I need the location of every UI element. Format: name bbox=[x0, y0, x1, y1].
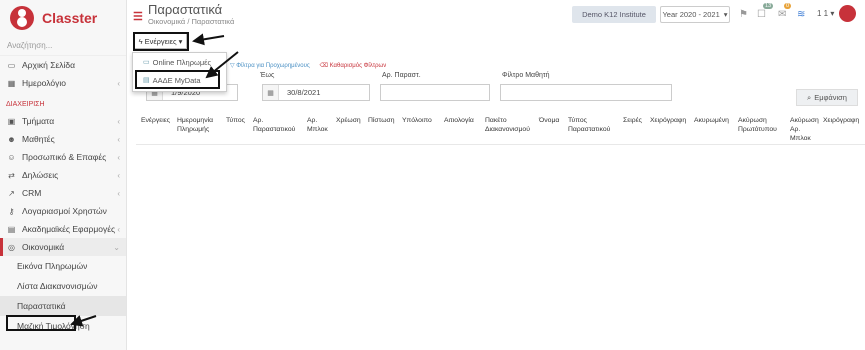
column-header[interactable]: Χρέωση bbox=[336, 116, 361, 125]
laptop-icon: ▭ bbox=[7, 60, 16, 70]
page-title: Παραστατικά bbox=[148, 2, 223, 17]
chevron-left-icon: ‹ bbox=[117, 152, 120, 162]
users-icon: ☻ bbox=[7, 134, 16, 144]
breadcrumb: Οικονομικά / Παραστατικά bbox=[148, 17, 235, 26]
sidebar-item-staff[interactable]: ☺ Προσωπικό & Επαφές ‹ bbox=[0, 148, 126, 166]
chevron-left-icon: ‹ bbox=[117, 78, 120, 88]
table-divider bbox=[136, 144, 865, 145]
column-header[interactable]: Αρ. Μπλοκ bbox=[307, 116, 331, 134]
layers-icon[interactable]: ≋ bbox=[797, 9, 805, 20]
app-name: Classter bbox=[42, 10, 98, 26]
sidebar-section-title: ΔΙΑΧΕΙΡΙΣΗ bbox=[6, 100, 45, 108]
column-header[interactable]: Ακύρωση Πρωτότυπου bbox=[738, 116, 782, 134]
doc-number-input[interactable] bbox=[380, 84, 490, 101]
sidebar-subitem-documents[interactable]: Παραστατικά bbox=[0, 296, 126, 316]
sidebar-item-crm[interactable]: ↗ CRM ‹ bbox=[0, 184, 126, 202]
student-filter-label: Φίλτρο Μαθητή bbox=[502, 72, 550, 79]
column-header[interactable]: Πίστωση bbox=[368, 116, 394, 125]
caret-down-icon: ▾ bbox=[723, 10, 728, 19]
sidebar-item-finance[interactable]: ◎ Οικονομικά ⌄ bbox=[0, 238, 126, 256]
menu-toggle-icon[interactable]: ☰ bbox=[133, 10, 143, 23]
annotation-box-documents bbox=[6, 315, 76, 331]
calendar-icon: ▦ bbox=[263, 85, 279, 100]
student-filter-input[interactable] bbox=[500, 84, 672, 101]
filter-icon: ▽ bbox=[230, 63, 235, 69]
column-header[interactable]: Υπόλοιπο bbox=[402, 116, 432, 125]
column-header[interactable]: Σειρές bbox=[623, 116, 642, 125]
annotation-arrows bbox=[70, 33, 239, 327]
sidebar-item-students[interactable]: ☻ Μαθητές ‹ bbox=[0, 130, 126, 148]
date-to-field[interactable]: ▦ 30/8/2021 bbox=[262, 84, 370, 101]
year-select[interactable]: Year 2020 - 2021 ▾ bbox=[660, 6, 730, 23]
menu-item-online-payments[interactable]: ▭ Online Πληρωμές bbox=[133, 53, 226, 71]
logo[interactable]: Classter bbox=[0, 0, 126, 36]
mail-icon[interactable]: ✉ 0 bbox=[778, 3, 792, 20]
chevron-left-icon: ‹ bbox=[117, 170, 120, 180]
chevron-left-icon: ‹ bbox=[117, 116, 120, 126]
sidebar-search-input[interactable]: Αναζήτηση... bbox=[0, 36, 126, 56]
column-header[interactable]: Πακέτο Διακανονισμού bbox=[485, 116, 535, 134]
column-header[interactable]: Τύπος bbox=[226, 116, 245, 125]
sidebar-subitem-settlements[interactable]: Λίστα Διακανονισμών bbox=[0, 276, 126, 296]
chevron-left-icon: ‹ bbox=[117, 188, 120, 198]
institute-button[interactable]: Demo K12 Institute bbox=[572, 6, 656, 23]
clear-filters-link[interactable]: Καθαρισμός Φίλτρων bbox=[330, 63, 387, 69]
advanced-filters-link[interactable]: Φίλτρα για Προχωρημένους bbox=[236, 63, 310, 69]
sidebar-item-calendar[interactable]: ▦ Ημερολόγιο ‹ bbox=[0, 74, 126, 92]
annotation-box-mydata bbox=[135, 70, 220, 89]
breadcrumb-item: Παραστατικά bbox=[191, 17, 235, 26]
column-header[interactable]: Χειρόγραφη bbox=[650, 116, 686, 125]
calendar-icon: ▦ bbox=[7, 78, 16, 88]
chart-icon: ↗ bbox=[8, 188, 15, 198]
chevron-left-icon: ‹ bbox=[117, 224, 120, 234]
key-icon: ⚷ bbox=[8, 206, 15, 216]
column-header[interactable]: Ακύρωση Αρ. Μπλοκ bbox=[790, 116, 820, 143]
eraser-icon: ⌫ bbox=[319, 63, 328, 69]
column-header[interactable]: Τύπος Παραστατικού bbox=[568, 116, 618, 134]
sidebar-item-academic-apps[interactable]: ▤ Ακαδημαϊκές Εφαρμογές ‹ bbox=[0, 220, 126, 238]
mail-badge: 0 bbox=[784, 3, 792, 9]
column-header[interactable]: Αρ. Παραστατικού bbox=[253, 116, 303, 134]
annotation-box-actions bbox=[133, 32, 189, 51]
doc-number-label: Αρ. Παραστ. bbox=[382, 72, 421, 79]
classter-logo-icon bbox=[10, 6, 34, 30]
flag-icon[interactable]: ⚑ bbox=[739, 9, 748, 20]
show-results-button[interactable]: ⌕ Εμφάνιση bbox=[796, 89, 858, 106]
user-menu[interactable]: 1 1 ▾ bbox=[817, 9, 834, 18]
sidebar-item-user-accounts[interactable]: ⚷ Λογαριασμοί Χρηστών bbox=[0, 202, 126, 220]
card-icon: ▭ bbox=[143, 59, 150, 66]
search-icon: ⌕ bbox=[807, 92, 812, 102]
sidebar-item-declarations[interactable]: ⇄ Δηλώσεις ‹ bbox=[0, 166, 126, 184]
breadcrumb-item[interactable]: Οικονομικά bbox=[148, 17, 185, 26]
people-icon: ☺ bbox=[7, 152, 16, 162]
share-icon: ⇄ bbox=[8, 170, 15, 180]
sidebar-subitem-payments-overview[interactable]: Εικόνα Πληρωμών bbox=[0, 256, 126, 276]
column-header[interactable]: Ενέργειες bbox=[141, 116, 170, 125]
topbar: ☰ Παραστατικά Οικονομικά / Παραστατικά D… bbox=[128, 0, 865, 30]
apps-icon: ▤ bbox=[7, 224, 16, 234]
column-header[interactable]: Ημερομηνία Πληρωμής bbox=[177, 116, 221, 134]
tasks-icon[interactable]: ☐ 13 bbox=[757, 3, 774, 20]
sidebar-item-home[interactable]: ▭ Αρχική Σελίδα bbox=[0, 56, 126, 74]
briefcase-icon: ▣ bbox=[7, 116, 16, 126]
tasks-badge: 13 bbox=[763, 3, 774, 9]
sidebar: Classter Αναζήτηση... ▭ Αρχική Σελίδα ▦ … bbox=[0, 0, 127, 350]
column-header[interactable]: Χειρόγραφη bbox=[823, 116, 859, 125]
column-header[interactable]: Αιτιολογία bbox=[444, 116, 474, 125]
column-header[interactable]: Ακυρωμένη bbox=[694, 116, 729, 125]
column-header[interactable]: Όνομα bbox=[539, 116, 559, 125]
chevron-left-icon: ‹ bbox=[117, 134, 120, 144]
coins-icon: ◎ bbox=[8, 242, 15, 252]
sidebar-item-classes[interactable]: ▣ Τμήματα ‹ bbox=[0, 112, 126, 130]
chevron-down-icon: ⌄ bbox=[113, 242, 120, 252]
arrow-to-actions bbox=[192, 33, 225, 46]
avatar[interactable] bbox=[839, 5, 856, 22]
filter-links: ▽ Φίλτρα για Προχωρημένους ⌫ Καθαρισμός … bbox=[230, 62, 386, 69]
date-to-label: Έως bbox=[260, 72, 275, 79]
